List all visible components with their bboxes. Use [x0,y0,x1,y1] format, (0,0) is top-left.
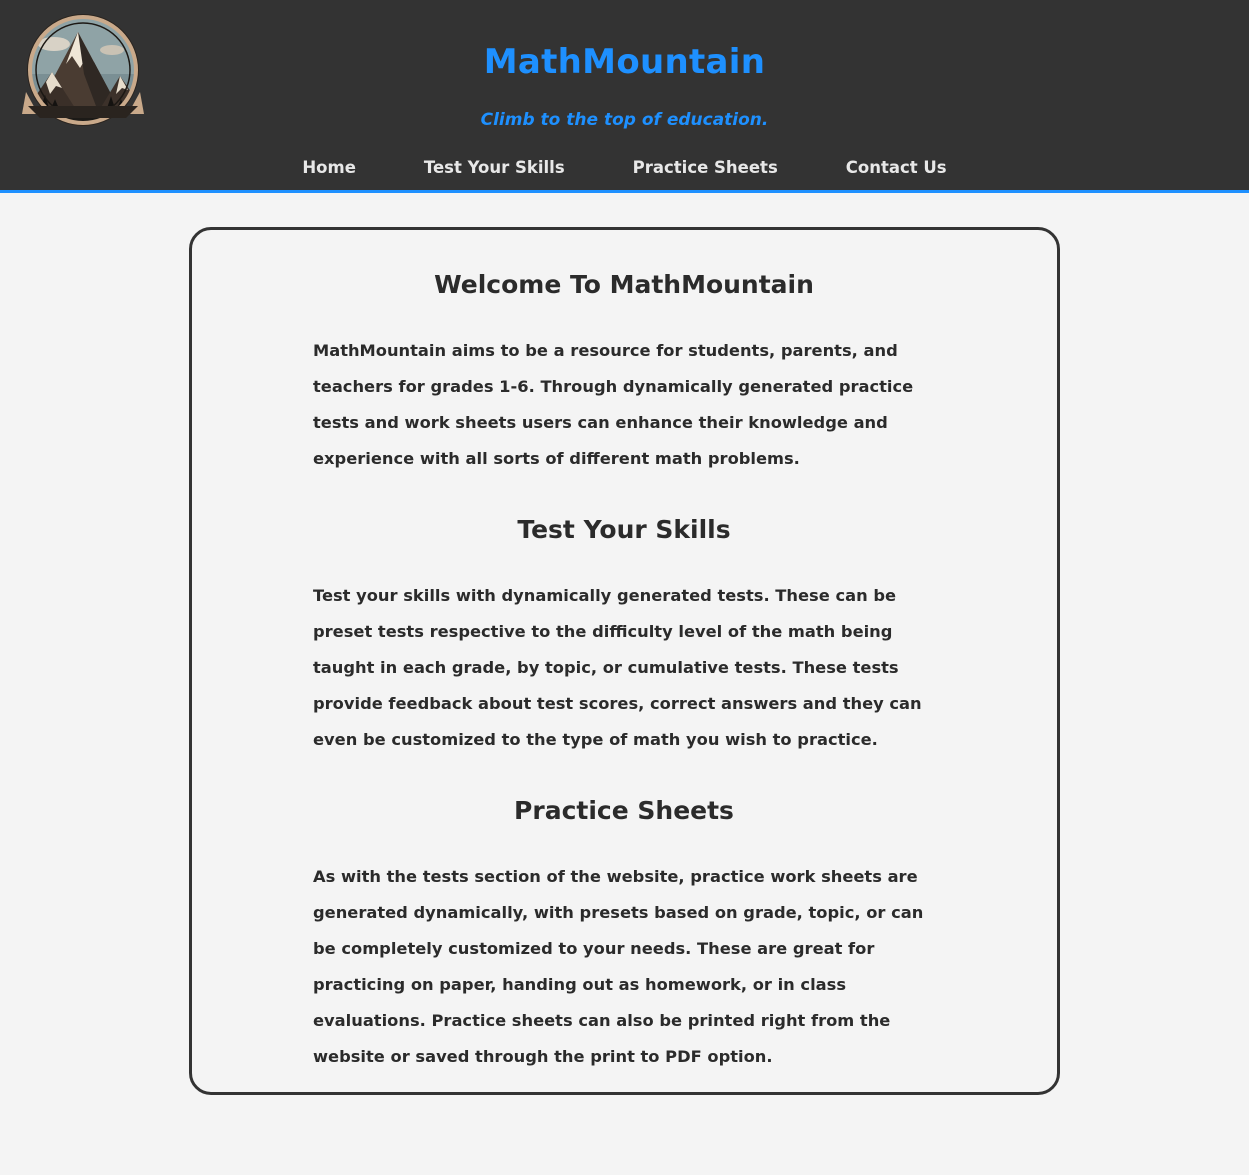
main-nav: Home Test Your Skills Practice Sheets Co… [0,158,1249,177]
site-tagline: Climb to the top of education. [480,110,769,130]
test-skills-section: Test Your Skills Test your skills with d… [313,515,935,758]
welcome-section: Welcome To MathMountain MathMountain aim… [313,270,935,477]
content-card: Welcome To MathMountain MathMountain aim… [189,227,1060,1095]
nav-item-practice-sheets[interactable]: Practice Sheets [633,158,778,177]
welcome-heading: Welcome To MathMountain [434,270,814,299]
site-header: MathMountain Climb to the top of educati… [0,0,1249,193]
practice-sheets-text: As with the tests section of the website… [313,867,924,1066]
welcome-text: MathMountain aims to be a resource for s… [313,341,914,468]
nav-item-home[interactable]: Home [302,158,356,177]
test-skills-heading: Test Your Skills [517,515,731,544]
nav-item-contact-us[interactable]: Contact Us [846,158,947,177]
site-title: MathMountain [483,42,766,82]
test-skills-text: Test your skills with dynamically genera… [313,586,922,749]
nav-item-test-your-skills[interactable]: Test Your Skills [424,158,565,177]
practice-sheets-heading: Practice Sheets [514,796,734,825]
practice-sheets-section: Practice Sheets As with the tests sectio… [313,796,935,1075]
